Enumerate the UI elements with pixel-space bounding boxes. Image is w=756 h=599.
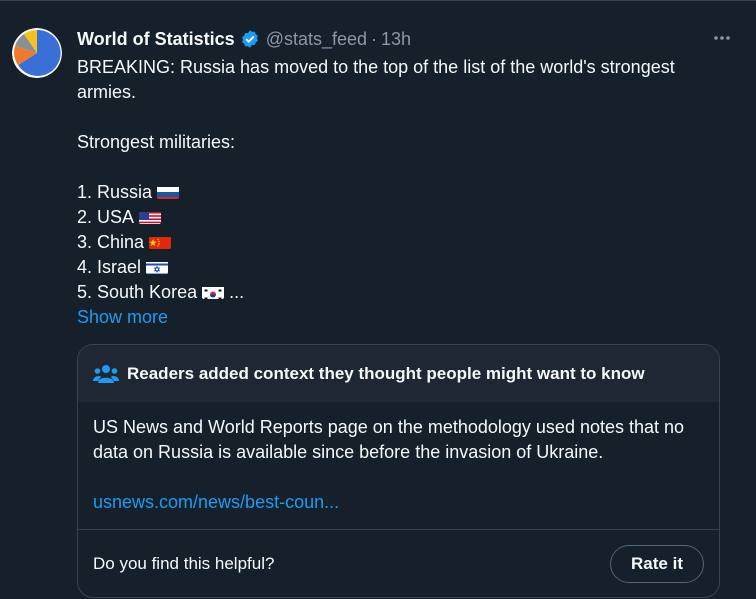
community-note-footer: Do you find this helpful? Rate it: [78, 530, 719, 597]
tweet-text-line: armies.: [77, 82, 137, 102]
more-options-icon[interactable]: [708, 27, 736, 49]
community-note-header: Readers added context they thought peopl…: [78, 345, 719, 402]
list-item: 2. USA: [77, 205, 737, 230]
verified-badge-icon: [241, 30, 258, 48]
community-note-title: Readers added context they thought peopl…: [127, 363, 645, 383]
display-name[interactable]: World of Statistics: [77, 28, 235, 50]
community-note-text: US News and World Reports page on the me…: [93, 417, 685, 462]
community-note-link[interactable]: usnews.com/news/best-coun...: [93, 490, 704, 515]
tweet-text-line: [77, 155, 737, 180]
tweet-header: World of Statistics @stats_feed · 13h: [77, 28, 737, 50]
community-note-body: US News and World Reports page on the me…: [78, 402, 719, 530]
list-item-label: 5. South Korea: [77, 282, 198, 302]
list-item: 3. China: [77, 230, 737, 255]
tweet[interactable]: World of Statistics @stats_feed · 13h BR…: [0, 0, 756, 599]
list-item: 5. South Korea ...: [77, 280, 737, 305]
people-icon: [93, 364, 119, 383]
pie-chart-logo-icon: [12, 28, 62, 78]
usa-flag-icon: [139, 209, 162, 224]
list-item-label: 4. Israel: [77, 257, 142, 277]
rate-it-button[interactable]: Rate it: [610, 545, 704, 583]
show-more-link[interactable]: Show more: [77, 305, 737, 330]
separator-dot: ·: [371, 29, 378, 49]
list-item-label: 3. China: [77, 232, 145, 252]
israel-flag-icon: [146, 259, 169, 274]
avatar[interactable]: [12, 28, 62, 78]
list-item-label: 1. Russia: [77, 182, 153, 202]
timestamp[interactable]: 13h: [381, 28, 411, 50]
list-item-label: 2. USA: [77, 207, 135, 227]
tweet-text-line: BREAKING: Russia has moved to the top of…: [77, 57, 675, 77]
tweet-text-line: Strongest militaries:: [77, 132, 236, 152]
south-korea-flag-icon: [202, 284, 225, 299]
list-item: 4. Israel: [77, 255, 737, 280]
china-flag-icon: [149, 234, 172, 249]
list-item: 1. Russia: [77, 180, 737, 205]
russia-flag-icon: [157, 184, 180, 199]
handle[interactable]: @stats_feed: [266, 28, 367, 50]
community-note: Readers added context they thought peopl…: [77, 344, 720, 598]
list-item-suffix: ...: [224, 282, 245, 302]
tweet-text: BREAKING: Russia has moved to the top of…: [77, 55, 737, 330]
helpful-question: Do you find this helpful?: [93, 554, 275, 573]
tweet-text-line: [77, 105, 737, 130]
tweet-content: World of Statistics @stats_feed · 13h BR…: [77, 28, 737, 330]
